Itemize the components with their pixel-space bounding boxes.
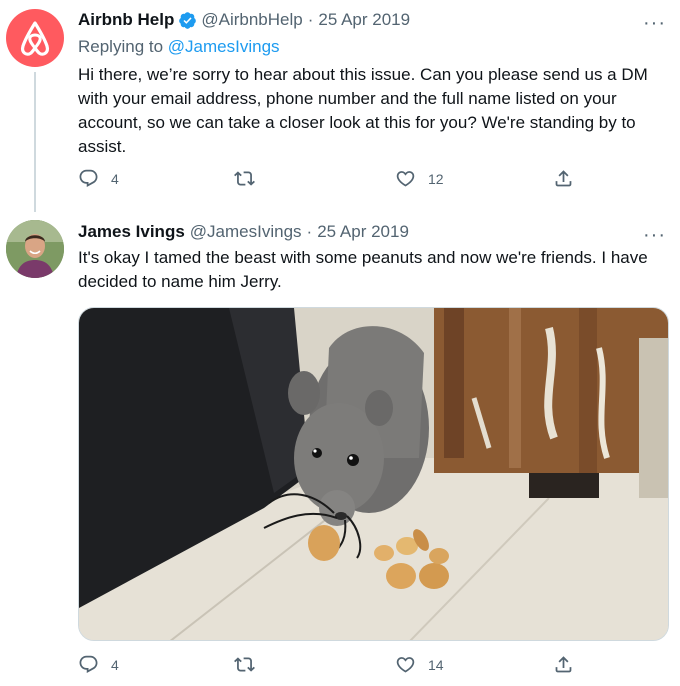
like-button[interactable]: 12 <box>395 168 444 189</box>
retweet-button[interactable] <box>234 168 267 189</box>
replying-to: Replying to @JamesIvings <box>78 37 280 57</box>
tweet-header: Airbnb Help @AirbnbHelp · 25 Apr 2019 <box>78 10 410 30</box>
tweet-actions: 4 14 <box>78 654 578 680</box>
more-icon[interactable]: ··· <box>643 225 666 245</box>
tweet-actions: 4 12 <box>78 168 578 194</box>
like-button[interactable]: 14 <box>395 654 444 675</box>
photo-toy-mouse-peanuts <box>79 308 668 640</box>
like-count: 14 <box>428 656 444 673</box>
separator: · <box>306 222 313 241</box>
separator: · <box>307 10 314 29</box>
reply-icon <box>79 169 98 187</box>
display-name[interactable]: James Ivings <box>78 222 185 242</box>
handle[interactable]: @JamesIvings <box>190 222 302 242</box>
thread-line <box>34 72 36 212</box>
like-count: 12 <box>428 170 444 187</box>
share-icon <box>555 656 572 673</box>
reply-count: 4 <box>111 170 119 187</box>
reply-button[interactable]: 4 <box>78 654 119 675</box>
share-icon <box>555 170 572 187</box>
tweet-header: James Ivings @JamesIvings · 25 Apr 2019 <box>78 222 409 242</box>
tweet-photo[interactable] <box>78 307 669 641</box>
avatar[interactable] <box>6 9 64 67</box>
replying-to-handle[interactable]: @JamesIvings <box>168 37 280 56</box>
timestamp[interactable]: 25 Apr 2019 <box>317 222 409 242</box>
share-button[interactable] <box>553 654 574 675</box>
replying-to-label: Replying to <box>78 37 164 56</box>
tweet-text: It's okay I tamed the beast with some pe… <box>78 248 648 291</box>
avatar[interactable] <box>6 220 64 278</box>
tweet-airbnb-help[interactable]: Airbnb Help @AirbnbHelp · 25 Apr 2019 ··… <box>0 0 680 212</box>
verified-badge-icon <box>179 11 197 29</box>
more-icon[interactable]: ··· <box>643 13 666 33</box>
tweet-james-ivings[interactable]: James Ivings @JamesIvings · 25 Apr 2019 … <box>0 205 680 686</box>
retweet-button[interactable] <box>234 654 267 675</box>
retweet-icon <box>234 171 255 186</box>
airbnb-logo-icon <box>21 21 49 56</box>
reply-button[interactable]: 4 <box>78 168 119 189</box>
display-name[interactable]: Airbnb Help <box>78 10 174 30</box>
reply-count: 4 <box>111 656 119 673</box>
profile-photo-icon <box>6 220 64 278</box>
retweet-icon <box>234 657 255 672</box>
like-icon <box>396 171 415 187</box>
reply-icon <box>79 655 98 673</box>
handle[interactable]: @AirbnbHelp <box>201 10 302 30</box>
like-icon <box>396 657 415 673</box>
tweet-text: Hi there, we’re sorry to hear about this… <box>78 65 648 156</box>
share-button[interactable] <box>553 168 574 189</box>
timestamp[interactable]: 25 Apr 2019 <box>318 10 410 30</box>
